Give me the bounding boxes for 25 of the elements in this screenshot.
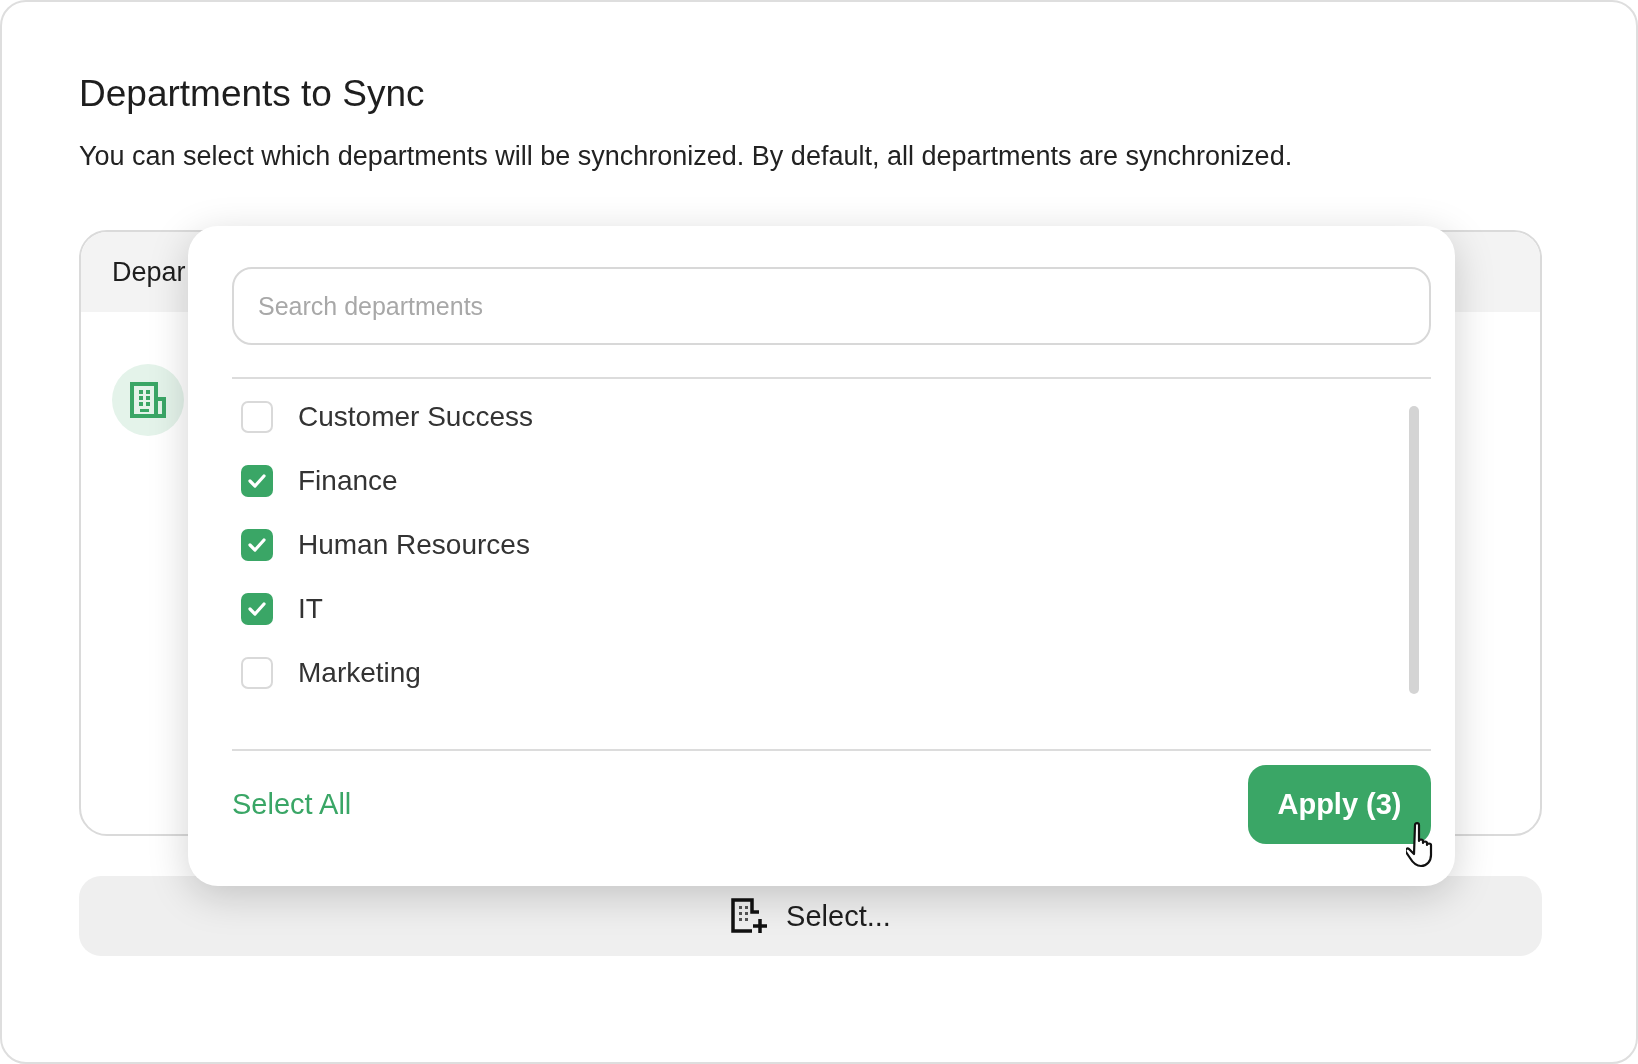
building-icon	[130, 382, 166, 418]
search-field[interactable]: Search departments	[232, 267, 1431, 345]
section-description: You can select which departments will be synchronized. By default, all departments are synchronized.	[79, 140, 1294, 173]
check-icon	[247, 473, 267, 489]
department-option[interactable]: Finance	[241, 465, 1409, 497]
column-header: Depar	[112, 256, 186, 288]
checkbox[interactable]	[241, 465, 273, 497]
check-icon	[247, 601, 267, 617]
department-option[interactable]: Marketing	[241, 657, 1409, 689]
checkbox[interactable]	[241, 593, 273, 625]
department-label: Customer Success	[298, 401, 533, 433]
department-label: Marketing	[298, 657, 421, 689]
department-option[interactable]: Customer Success	[241, 401, 1409, 433]
department-option[interactable]: IT	[241, 593, 1409, 625]
department-option[interactable]: Human Resources	[241, 529, 1409, 561]
add-building-icon	[730, 897, 769, 935]
department-label: Finance	[298, 465, 398, 497]
scrollbar[interactable]	[1409, 406, 1419, 694]
checkbox[interactable]	[241, 529, 273, 561]
checkbox[interactable]	[241, 657, 273, 689]
checkbox[interactable]	[241, 401, 273, 433]
check-icon	[247, 537, 267, 553]
department-label: Human Resources	[298, 529, 530, 561]
section-title: Departments to Sync	[79, 72, 426, 116]
department-label: IT	[298, 593, 323, 625]
